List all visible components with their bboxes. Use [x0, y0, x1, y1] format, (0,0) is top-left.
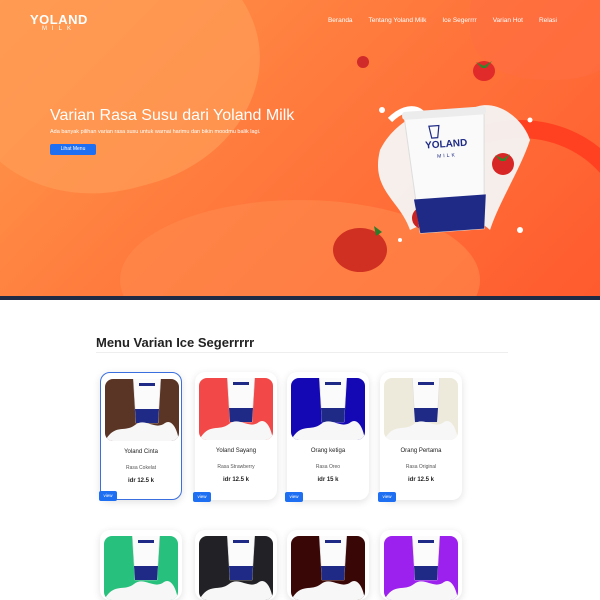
menu-item-name: Yoland Sayang — [215, 448, 257, 454]
milk-cup-image: YOLAND MILK — [402, 106, 486, 234]
menu-card[interactable] — [195, 530, 277, 600]
menu-card[interactable]: Orang Pertama Rasa Original idr 12.5 k view — [378, 372, 462, 502]
menu-card-image — [199, 378, 273, 440]
view-button[interactable]: view — [99, 491, 117, 501]
menu-section-title: Menu Varian Ice Segerrrrr — [96, 335, 255, 350]
menu-card-image — [105, 379, 179, 441]
menu-card[interactable]: Orang ketiga Rasa Oreo idr 15 k view — [285, 372, 369, 502]
view-button[interactable]: view — [285, 492, 303, 502]
menu-item-flavor: Rasa Cokelat — [125, 465, 156, 471]
main-nav: Beranda Tentang Yoland Milk Ice Segerrrr… — [328, 17, 557, 24]
milk-splash-image — [199, 420, 273, 440]
menu-card[interactable] — [287, 530, 369, 600]
hero-title: Varian Rasa Susu dari Yoland Milk — [50, 107, 295, 124]
menu-card-image — [384, 378, 458, 440]
milk-splash-image — [104, 580, 178, 600]
milk-splash-image — [291, 580, 365, 600]
menu-card[interactable]: Yoland Cinta Rasa Cokelat idr 12.5 k view — [99, 372, 182, 501]
menu-item-flavor: Rasa Strawberry — [217, 464, 255, 470]
nav-varian-hot[interactable]: Varian Hot — [493, 17, 523, 24]
menu-card-image — [291, 378, 365, 440]
nav-tentang[interactable]: Tentang Yoland Milk — [369, 17, 427, 24]
menu-divider — [96, 352, 508, 353]
menu-item-price: idr 15 k — [317, 477, 339, 483]
menu-item-name: Orang ketiga — [310, 448, 346, 454]
milk-splash-image — [199, 580, 273, 600]
menu-card-image — [291, 536, 365, 600]
brand-logo[interactable]: YOLAND MILK — [30, 12, 88, 32]
menu-item-name: Orang Pertama — [400, 448, 442, 454]
menu-card[interactable] — [100, 530, 182, 600]
menu-card[interactable]: Yoland Sayang Rasa Strawberry idr 12.5 k vi… — [193, 372, 277, 502]
hero-section: YOLAND MILK Beranda Tentang Yoland Milk … — [0, 0, 600, 300]
nav-relasi[interactable]: Relasi — [539, 17, 557, 24]
menu-item-flavor: Rasa Oreo — [315, 464, 341, 470]
milk-splash-image — [105, 421, 179, 441]
view-button[interactable]: view — [378, 492, 396, 502]
strawberry-icon — [357, 56, 369, 68]
nav-ice-segerrrr[interactable]: Ice Segerrrr — [442, 17, 476, 24]
menu-item-flavor: Rasa Original — [405, 464, 437, 470]
see-menu-button[interactable]: Lihat Menu — [50, 144, 96, 155]
menu-item-price: idr 12.5 k — [222, 477, 249, 483]
menu-item-price: idr 12.5 k — [407, 477, 434, 483]
menu-card[interactable] — [380, 530, 462, 600]
view-button[interactable]: view — [193, 492, 211, 502]
hero-divider — [0, 296, 600, 300]
menu-card-image — [384, 536, 458, 600]
menu-card-image — [199, 536, 273, 600]
strawberry-icon — [473, 61, 495, 81]
milk-splash-image — [384, 580, 458, 600]
hero-subtitle: Ada banyak pilihan varian rasa susu untu… — [50, 129, 261, 135]
menu-item-price: idr 12.5 k — [127, 478, 154, 484]
strawberry-icon — [333, 226, 387, 272]
menu-card-image — [104, 536, 178, 600]
nav-beranda[interactable]: Beranda — [328, 17, 353, 24]
logo-text: YOLAND — [30, 12, 88, 27]
milk-splash-image — [384, 420, 458, 440]
menu-item-name: Yoland Cinta — [124, 449, 158, 455]
milk-splash-image — [291, 420, 365, 440]
